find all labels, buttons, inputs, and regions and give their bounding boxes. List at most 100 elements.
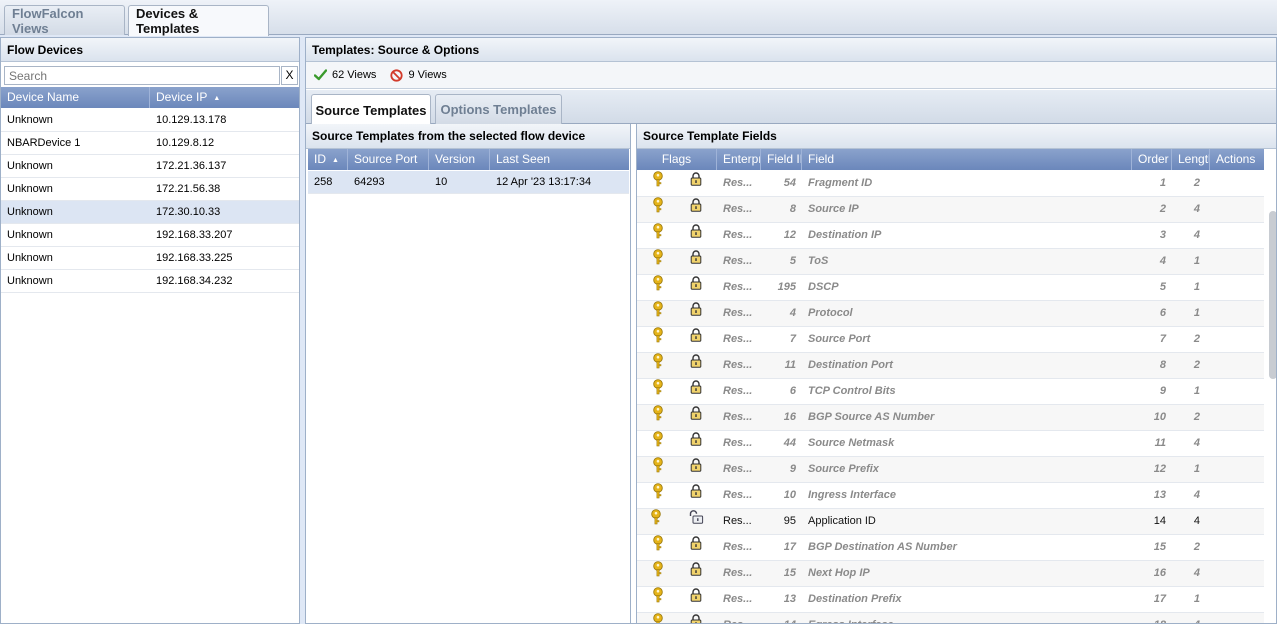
device-row[interactable]: Unknown 10.129.13.178 [1,109,299,132]
column-version[interactable]: Version [429,149,490,170]
field-row[interactable]: Res... 8 Source IP 2 4 [637,197,1264,223]
device-ip-cell: 172.21.36.137 [156,160,227,172]
device-name-cell: Unknown [7,114,53,126]
actions-cell[interactable] [1210,379,1264,404]
actions-cell[interactable] [1210,483,1264,508]
actions-cell[interactable] [1210,301,1264,326]
ok-views-label: 62 Views [332,69,377,81]
field-name-cell: Destination Port [808,359,893,371]
actions-cell[interactable] [1210,431,1264,456]
flow-devices-panel: Flow Devices X Device Name Device IP Unk… [0,37,300,624]
field-row[interactable]: Res... 16 BGP Source AS Number 10 2 [637,405,1264,431]
tab-source-templates[interactable]: Source Templates [311,94,431,125]
enterprise-cell: Res... [723,177,753,189]
column-length[interactable]: Length [1172,149,1210,170]
column-id[interactable]: ID [308,149,348,170]
field-id-cell: 4 [789,307,796,319]
field-row[interactable]: Res... 44 Source Netmask 11 4 [637,431,1264,457]
field-row[interactable]: Res... 12 Destination IP 3 4 [637,223,1264,249]
field-row[interactable]: Res... 95 Application ID 14 4 [637,509,1264,535]
ok-views[interactable]: 62 Views [314,69,376,81]
field-row[interactable]: Res... 195 DSCP 5 1 [637,275,1264,301]
column-device-name[interactable]: Device Name [1,87,150,108]
device-ip-cell: 10.129.8.12 [156,137,215,149]
field-row[interactable]: Res... 11 Destination Port 8 2 [637,353,1264,379]
length-cell: 4 [1193,567,1200,579]
device-row[interactable]: Unknown 192.168.33.225 [1,247,299,270]
actions-cell[interactable] [1210,535,1264,560]
field-name-cell: Fragment ID [808,177,873,189]
order-cell: 18 [1132,613,1172,623]
length-cell: 4 [1193,203,1200,215]
tab-flowfalcon-views[interactable]: FlowFalcon Views [4,5,125,36]
search-input[interactable] [4,66,280,85]
actions-cell[interactable] [1210,171,1264,196]
no-entry-icon [390,68,404,82]
field-name-cell: Protocol [808,307,853,319]
actions-cell[interactable] [1210,249,1264,274]
field-row[interactable]: Res... 4 Protocol 6 1 [637,301,1264,327]
actions-cell[interactable] [1210,561,1264,586]
length-cell: 1 [1193,307,1200,319]
field-id-cell: 95 [783,515,796,527]
device-row[interactable]: Unknown 172.21.56.38 [1,178,299,201]
tab-options-templates[interactable]: Options Templates [435,94,562,124]
actions-cell[interactable] [1210,197,1264,222]
device-row[interactable]: NBARDevice 1 10.129.8.12 [1,132,299,155]
column-device-ip[interactable]: Device IP [150,87,299,108]
vertical-scrollbar[interactable] [1269,211,1276,379]
actions-cell[interactable] [1210,353,1264,378]
device-row[interactable]: Unknown 192.168.34.232 [1,270,299,293]
field-row[interactable]: Res... 5 ToS 4 1 [637,249,1264,275]
flow-devices-title: Flow Devices [1,38,299,62]
device-row[interactable]: Unknown 192.168.33.207 [1,224,299,247]
device-row[interactable]: Unknown 172.30.10.33 [1,201,299,224]
field-row[interactable]: Res...14Egress Interface184 [637,613,1264,623]
column-order[interactable]: Order [1132,149,1172,170]
source-template-row[interactable]: 258 64293 10 12 Apr '23 13:17:34 [308,171,629,194]
order-cell: 16 [1153,567,1166,579]
field-name-cell: Source Prefix [808,463,879,475]
key-icon [652,327,664,352]
actions-cell[interactable] [1210,457,1264,482]
actions-cell[interactable] [1210,405,1264,430]
field-row[interactable]: Res... 13 Destination Prefix 17 1 [637,587,1264,613]
field-id-cell: 17 [783,541,796,553]
actions-cell[interactable] [1210,275,1264,300]
blocked-views[interactable]: 9 Views [390,68,447,82]
source-templates-header: ID Source Port Version Last Seen [308,149,629,170]
column-last-seen[interactable]: Last Seen [490,149,629,170]
actions-cell[interactable] [1210,613,1264,623]
top-tab-bar: FlowFalcon Views Devices & Templates [0,0,1277,36]
key-icon [652,171,664,196]
column-field[interactable]: Field [802,149,1132,170]
device-row[interactable]: Unknown 172.21.36.137 [1,155,299,178]
enterprise-cell: Res... [723,411,753,423]
column-enterprise[interactable]: Enterpri [717,149,761,170]
column-actions[interactable]: Actions [1210,149,1264,170]
field-name-cell: Source Port [808,333,871,345]
field-row[interactable]: Res... 15 Next Hop IP 16 4 [637,561,1264,587]
field-row[interactable]: Res... 54 Fragment ID 1 2 [637,171,1264,197]
column-field-id[interactable]: Field II [761,149,802,170]
length-cell: 4 [1193,489,1200,501]
length-cell: 2 [1193,177,1200,189]
column-flags[interactable]: Flags [637,149,717,170]
field-row[interactable]: Res... 9 Source Prefix 12 1 [637,457,1264,483]
actions-cell[interactable] [1210,223,1264,248]
field-row[interactable]: Res... 7 Source Port 7 2 [637,327,1264,353]
field-row[interactable]: Res... 17 BGP Destination AS Number 15 2 [637,535,1264,561]
flags-cell [637,535,717,560]
field-row[interactable]: Res... 10 Ingress Interface 13 4 [637,483,1264,509]
clear-search-button[interactable]: X [281,66,298,85]
tab-devices-templates[interactable]: Devices & Templates [128,5,269,36]
key-icon [652,431,664,456]
actions-cell[interactable] [1210,509,1264,534]
template-fields-header: Flags Enterpri Field II Field Order Leng… [637,149,1264,170]
key-icon [652,587,664,612]
actions-cell[interactable] [1210,587,1264,612]
order-cell: 3 [1159,229,1166,241]
field-row[interactable]: Res... 6 TCP Control Bits 9 1 [637,379,1264,405]
column-source-port[interactable]: Source Port [348,149,429,170]
actions-cell[interactable] [1210,327,1264,352]
